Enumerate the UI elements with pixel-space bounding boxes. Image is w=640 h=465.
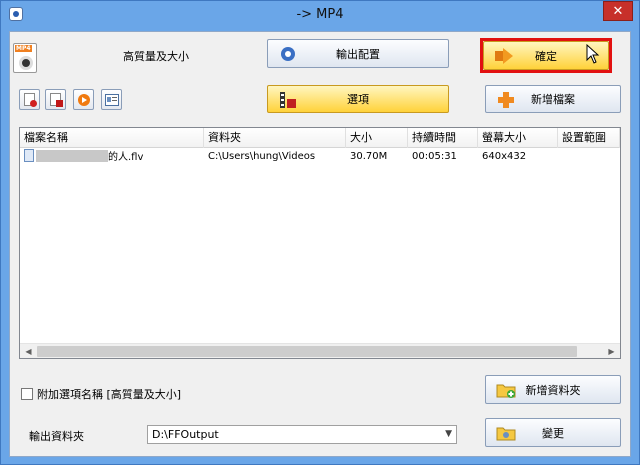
col-header-screen-size[interactable]: 螢幕大小	[478, 128, 558, 148]
append-option-checkbox[interactable]	[21, 388, 33, 400]
gear-icon	[281, 47, 295, 61]
clear-list-button[interactable]	[45, 89, 66, 110]
arrow-right-icon	[495, 48, 513, 64]
mp4-badge: MP4	[15, 45, 32, 52]
window-title: -> MP4	[296, 7, 344, 22]
change-folder-button[interactable]: 變更	[485, 418, 621, 447]
scroll-thumb[interactable]	[37, 346, 577, 357]
mp4-file-icon: MP4	[13, 43, 37, 73]
redacted-text	[36, 150, 108, 162]
file-name: 的人.flv	[108, 152, 144, 163]
append-option-row[interactable]: 附加選項名稱 [高質量及大小]	[21, 386, 181, 402]
table-row[interactable]: 的人.flv C:\Users\hung\Videos 30.70M 00:05…	[20, 149, 620, 166]
horizontal-scrollbar[interactable]: ◀ ▶	[20, 343, 620, 358]
cell-size: 30.70M	[350, 151, 388, 162]
add-files-button[interactable]: 新增檔案	[485, 85, 621, 113]
film-options-icon	[280, 92, 296, 108]
add-folder-button[interactable]: 新增資料夾	[485, 375, 621, 404]
table-header: 檔案名稱 資料夾 大小 持續時間 螢幕大小 設置範圍	[20, 128, 620, 148]
output-config-button[interactable]: 輸出配置	[267, 39, 449, 68]
col-header-folder[interactable]: 資料夾	[204, 128, 346, 148]
options-button[interactable]: 選項	[267, 85, 449, 113]
folder-browse-icon	[496, 427, 516, 441]
cell-folder: C:\Users\hung\Videos	[208, 151, 316, 162]
output-folder-label: 輸出資料夾	[29, 430, 84, 443]
remove-file-button[interactable]	[19, 89, 40, 110]
app-window: -> MP4 ✕ MP4 高質量及大小 輸出配置 確定 選項 新增檔案 檔案名稱…	[0, 0, 640, 465]
cell-duration: 00:05:31	[412, 151, 457, 162]
info-panel-icon	[105, 94, 119, 106]
media-info-button[interactable]	[101, 89, 122, 110]
cell-name: 的人.flv	[20, 149, 204, 166]
cell-range	[558, 149, 620, 166]
col-header-duration[interactable]: 持續時間	[408, 128, 478, 148]
output-folder-select[interactable]: D:\FFOutput ▼	[147, 425, 457, 444]
chevron-down-icon[interactable]: ▼	[445, 426, 452, 443]
plus-icon	[498, 92, 514, 108]
col-header-size[interactable]: 大小	[346, 128, 408, 148]
cell-screen-size: 640x432	[482, 151, 527, 162]
film-reel-icon	[19, 56, 33, 70]
mouse-cursor-icon	[586, 44, 600, 64]
close-button[interactable]: ✕	[603, 1, 633, 21]
file-list-table[interactable]: 檔案名稱 資料夾 大小 持續時間 螢幕大小 設置範圍 的人.flv C:\Use…	[19, 127, 621, 359]
play-button[interactable]	[73, 89, 94, 110]
play-icon	[78, 94, 90, 106]
scroll-right-icon[interactable]: ▶	[604, 345, 619, 358]
video-file-icon	[24, 149, 34, 162]
output-folder-value: D:\FFOutput	[152, 428, 219, 441]
folder-add-icon	[496, 384, 516, 398]
preset-label: 高質量及大小	[123, 50, 189, 63]
red-mark-icon	[30, 100, 37, 107]
title-bar[interactable]: -> MP4 ✕	[1, 1, 639, 31]
col-header-range[interactable]: 設置範圍	[558, 128, 620, 148]
scroll-left-icon[interactable]: ◀	[21, 345, 36, 358]
col-header-name[interactable]: 檔案名稱	[20, 128, 204, 148]
red-x-icon	[56, 100, 63, 107]
append-option-label: 附加選項名稱 [高質量及大小]	[37, 388, 182, 401]
